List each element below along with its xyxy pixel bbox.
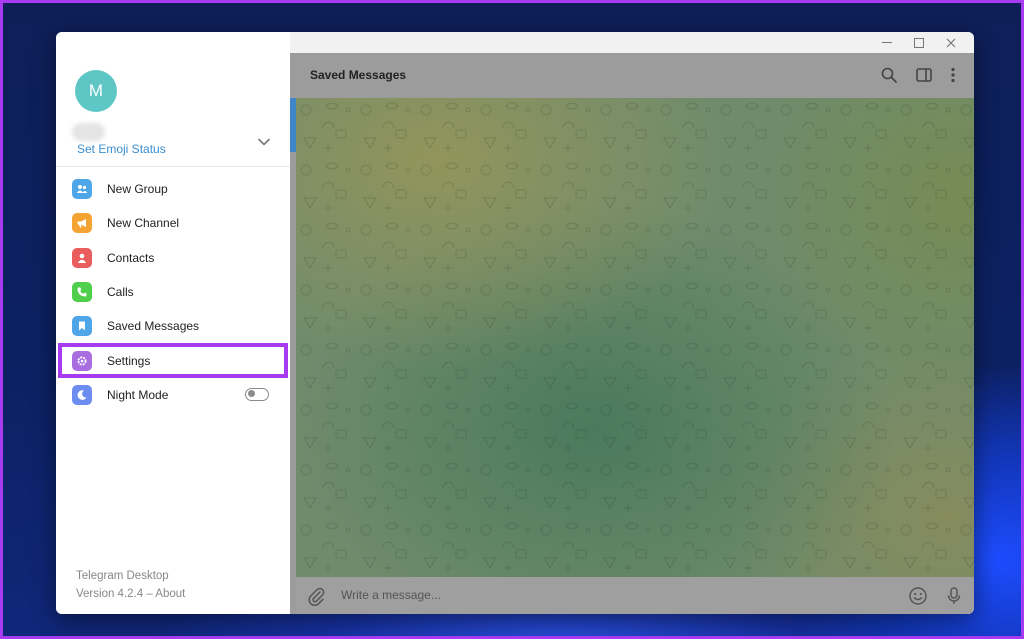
app-name: Telegram Desktop xyxy=(76,570,169,582)
chat-title[interactable]: Saved Messages xyxy=(310,68,406,82)
drawer-menu: New Group New Channel Contacts Calls Sav… xyxy=(56,172,290,412)
menu-item-label: New Group xyxy=(107,182,168,197)
search-icon[interactable] xyxy=(880,66,898,84)
close-button[interactable] xyxy=(936,32,966,53)
emoji-icon[interactable] xyxy=(908,586,928,606)
telegram-window: Saved Messages Write a message... M Set … xyxy=(56,32,974,614)
phone-icon xyxy=(72,282,92,303)
menu-item-calls[interactable]: Calls xyxy=(56,275,290,309)
microphone-icon[interactable] xyxy=(944,586,964,606)
minimize-button[interactable] xyxy=(872,32,902,53)
bookmark-icon xyxy=(72,316,92,337)
set-emoji-status-link[interactable]: Set Emoji Status xyxy=(77,142,166,156)
side-panel-icon[interactable] xyxy=(915,66,933,84)
gear-icon xyxy=(72,350,92,371)
group-icon xyxy=(72,179,92,200)
menu-item-label: Saved Messages xyxy=(107,319,200,334)
menu-item-new-channel[interactable]: New Channel xyxy=(56,206,290,240)
megaphone-icon xyxy=(72,213,92,234)
more-options-icon[interactable] xyxy=(944,66,962,84)
toggle-knob xyxy=(248,390,255,398)
app-footer: Telegram Desktop Version 4.2.4 – About xyxy=(76,567,185,603)
message-composer: Write a message... xyxy=(296,577,974,614)
menu-item-settings[interactable]: Settings xyxy=(58,343,288,378)
menu-item-contacts[interactable]: Contacts xyxy=(56,241,290,275)
attach-icon[interactable] xyxy=(306,586,326,606)
chat-background xyxy=(296,98,974,577)
night-mode-toggle[interactable] xyxy=(245,387,269,401)
chevron-down-icon[interactable] xyxy=(256,134,272,150)
selected-chat-edge xyxy=(290,98,296,152)
avatar[interactable]: M xyxy=(75,70,117,112)
version-about-link[interactable]: Version 4.2.4 – About xyxy=(76,585,185,603)
divider xyxy=(56,166,290,167)
menu-item-saved-messages[interactable]: Saved Messages xyxy=(56,309,290,343)
message-input[interactable]: Write a message... xyxy=(341,588,441,602)
menu-item-label: Contacts xyxy=(107,250,155,265)
menu-item-new-group[interactable]: New Group xyxy=(56,172,290,206)
blurred-profile-name xyxy=(72,123,105,141)
close-icon xyxy=(946,38,956,47)
title-bar xyxy=(290,32,974,53)
moon-icon xyxy=(72,384,92,405)
menu-item-label: Night Mode xyxy=(107,387,169,402)
menu-item-label: Calls xyxy=(107,285,134,300)
menu-item-label: New Channel xyxy=(107,216,180,231)
person-icon xyxy=(72,247,92,268)
menu-item-label: Settings xyxy=(107,353,151,368)
chat-header: Saved Messages xyxy=(290,53,974,98)
doodle-pattern xyxy=(296,98,974,577)
menu-item-night-mode[interactable]: Night Mode xyxy=(56,378,290,412)
maximize-icon xyxy=(914,37,924,48)
minimize-icon xyxy=(882,42,892,43)
maximize-button[interactable] xyxy=(904,32,934,53)
main-menu-drawer: M Set Emoji Status New Group New Channel xyxy=(56,32,290,614)
